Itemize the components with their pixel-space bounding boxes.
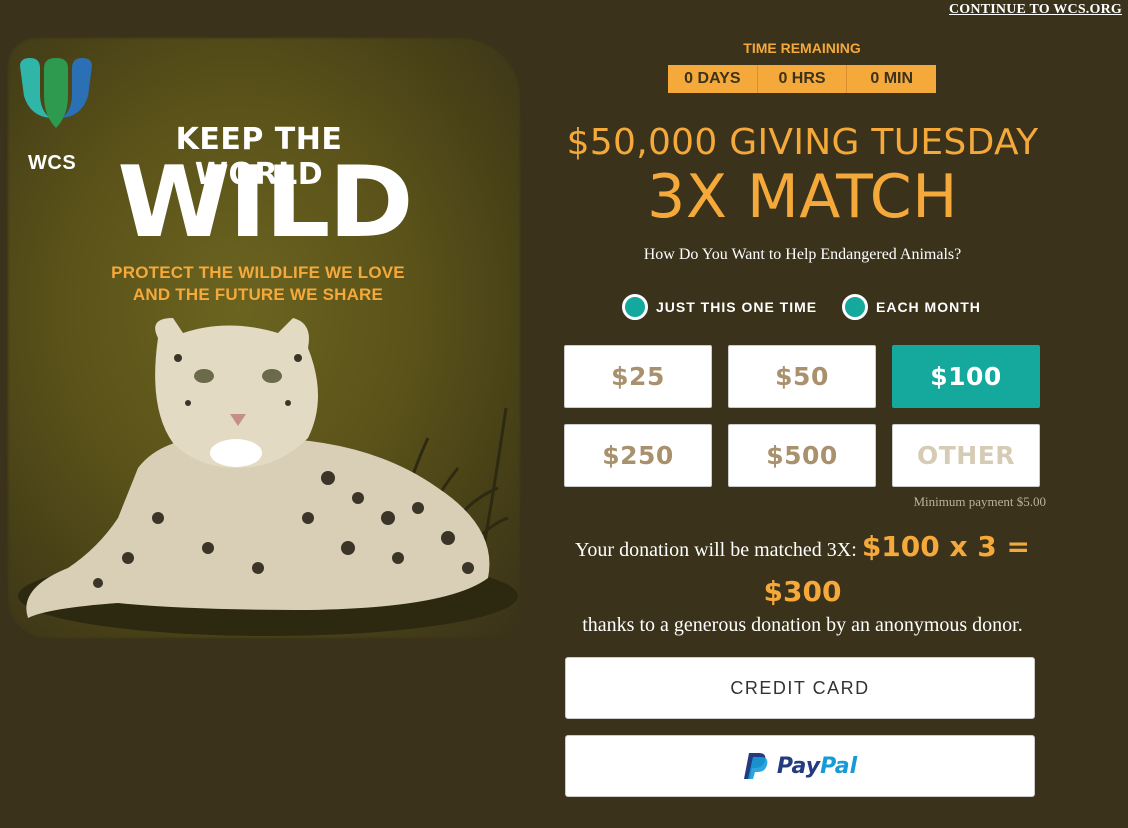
match-total: $300 (763, 575, 842, 608)
help-question: How Do You Want to Help Endangered Anima… (643, 246, 962, 263)
one-time-label: JUST THIS ONE TIME (656, 299, 818, 315)
paypal-pay-text: Pay (776, 753, 821, 779)
continue-to-wcs-link[interactable]: CONTINUE TO WCS.ORG (949, 2, 1122, 18)
monthly-label: EACH MONTH (876, 299, 981, 315)
time-remaining-label: TIME REMAINING (743, 40, 861, 56)
protect-line-1: PROTECT THE WILDLIFE WE LOVE (111, 263, 405, 282)
match-summary: Your donation will be matched 3X: $100 x… (540, 526, 1065, 616)
match-heading: 3X MATCH (647, 162, 958, 232)
paypal-icon (743, 753, 768, 779)
frequency-one-time-option[interactable]: JUST THIS ONE TIME (622, 294, 817, 320)
one-time-radio[interactable] (622, 294, 648, 320)
protect-tagline: PROTECT THE WILDLIFE WE LOVE AND THE FUT… (108, 262, 408, 306)
timer-minutes: 0 MIN (847, 65, 937, 93)
logo-text: WCS (28, 152, 77, 174)
countdown-timer: 0 DAYS 0 HRS 0 MIN (668, 65, 937, 93)
amount-button-50[interactable]: $50 (728, 345, 876, 408)
thanks-text: thanks to a generous donation by an anon… (582, 614, 1023, 636)
hero-panel: WCS KEEP THE WORLD WILD PROTECT THE WILD… (8, 38, 520, 658)
amount-grid: $25 $50 $100 $250 $500 OTHER (564, 345, 1040, 487)
monthly-radio[interactable] (842, 294, 868, 320)
paypal-wordmark: PayPal (777, 754, 857, 779)
amount-button-250[interactable]: $250 (564, 424, 712, 487)
timer-days: 0 DAYS (668, 65, 758, 93)
paypal-button[interactable]: PayPal (565, 735, 1035, 797)
amount-button-25[interactable]: $25 (564, 345, 712, 408)
credit-card-button[interactable]: CREDIT CARD (565, 657, 1035, 719)
match-prefix: Your donation will be matched 3X: (574, 539, 857, 561)
frequency-monthly-option[interactable]: EACH MONTH (842, 294, 981, 320)
minimum-payment-note: Minimum payment $5.00 (913, 494, 1046, 509)
match-calculation: $100 x 3 = (861, 530, 1030, 563)
campaign-headline: $50,000 GIVING TUESDAY (566, 122, 1039, 163)
amount-button-100[interactable]: $100 (892, 345, 1040, 408)
protect-line-2: AND THE FUTURE WE SHARE (132, 285, 384, 304)
snow-leopard-image (18, 318, 518, 636)
wcs-logo-icon (20, 58, 92, 128)
amount-other-input[interactable]: OTHER (892, 424, 1040, 487)
amount-button-500[interactable]: $500 (728, 424, 876, 487)
paypal-pal-text: Pal (820, 753, 858, 779)
wild-heading: WILD (117, 146, 413, 260)
timer-hours: 0 HRS (757, 65, 848, 93)
